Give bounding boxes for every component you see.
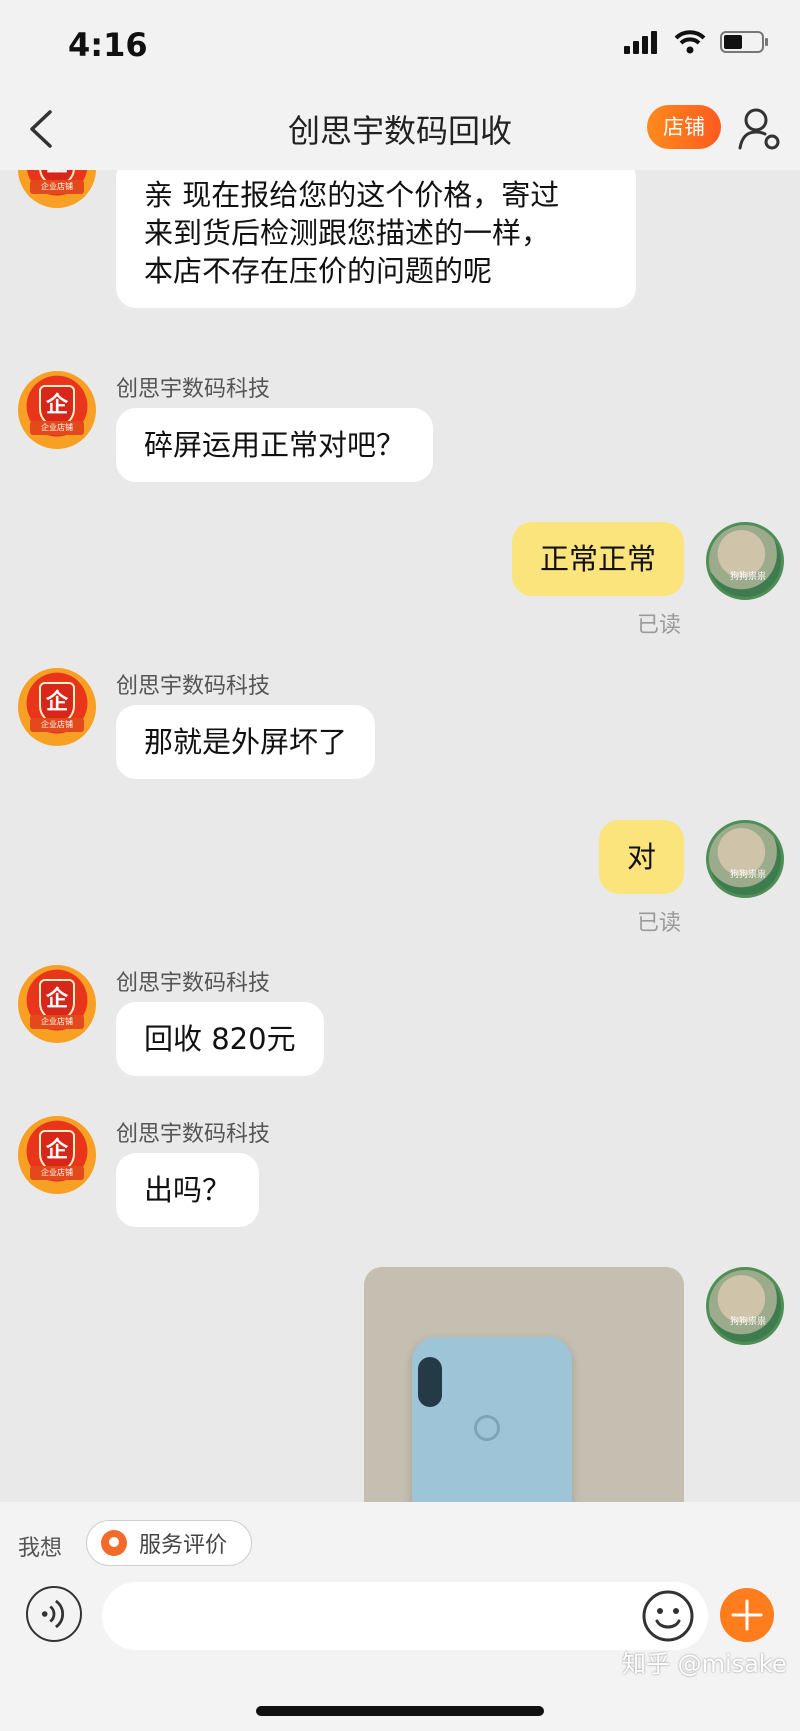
watermark: 知乎 @misake — [622, 1650, 787, 1678]
phone-fingerprint-sensor — [474, 1415, 500, 1441]
shop-ribbon: 企业店铺 — [30, 1166, 84, 1180]
shop-avatar[interactable]: 企 企业店铺 — [18, 371, 96, 449]
message-bubble[interactable]: 亲 现在报给您的这个价格，寄过 来到货后检测跟您描述的一样， 本店不存在压价的问… — [116, 170, 636, 308]
input-bar: 我想 服务评价 知乎 @misake — [0, 1502, 800, 1731]
review-label: 服务评价 — [139, 1533, 228, 1558]
read-status: 已读 — [637, 911, 682, 936]
message-input[interactable] — [102, 1582, 708, 1650]
plus-icon[interactable] — [720, 1588, 774, 1642]
sender-name: 创思宇数码科技 — [116, 1122, 271, 1147]
review-icon — [101, 1530, 127, 1556]
sender-name: 创思宇数码科技 — [116, 674, 271, 699]
image-message[interactable] — [364, 1267, 684, 1502]
shop-avatar[interactable]: 企 企业店铺 — [18, 170, 96, 208]
voice-icon[interactable] — [26, 1586, 82, 1642]
shop-avatar[interactable]: 企 企业店铺 — [18, 1116, 96, 1194]
phone-camera — [418, 1357, 442, 1407]
status-time: 4:16 — [68, 26, 148, 64]
message-bubble[interactable]: 回收 820元 — [116, 1002, 324, 1076]
shop-ribbon: 企业店铺 — [30, 421, 84, 435]
status-icons — [624, 30, 770, 54]
shop-ribbon: 企业店铺 — [30, 718, 84, 732]
user-settings-icon[interactable] — [736, 104, 784, 152]
user-avatar[interactable]: 狗狗祟祟 — [706, 820, 784, 898]
sender-name: 创思宇数码科技 — [116, 971, 271, 996]
shop-ribbon: 企业店铺 — [30, 1015, 84, 1029]
want-label: 我想 — [18, 1536, 63, 1561]
read-status: 已读 — [637, 613, 682, 638]
battery-icon — [720, 31, 768, 53]
message-bubble[interactable]: 出吗？ — [116, 1153, 260, 1227]
message-bubble[interactable]: 那就是外屏坏了 — [116, 705, 376, 779]
chat-area[interactable]: 企 企业店铺 亲 现在报给您的这个价格，寄过 来到货后检测跟您描述的一样， 本店… — [0, 170, 800, 1502]
message-bubble[interactable]: 碎屏运用正常对吧？ — [116, 408, 434, 482]
avatar-caption: 狗狗祟祟 — [729, 870, 766, 880]
phone-photo — [412, 1337, 572, 1502]
avatar-caption: 狗狗祟祟 — [729, 1317, 766, 1327]
shop-ribbon: 企业店铺 — [30, 180, 84, 194]
home-indicator — [256, 1706, 544, 1716]
review-button[interactable]: 服务评价 — [86, 1520, 252, 1566]
user-avatar[interactable]: 狗狗祟祟 — [706, 522, 784, 600]
emoji-icon[interactable] — [640, 1588, 696, 1644]
sender-name: 创思宇数码科技 — [116, 377, 271, 402]
message-bubble[interactable]: 对 — [598, 820, 684, 894]
avatar-caption: 狗狗祟祟 — [729, 572, 766, 582]
status-bar: 4:16 — [0, 0, 800, 88]
store-button[interactable]: 店铺 — [647, 105, 721, 149]
shop-avatar[interactable]: 企 企业店铺 — [18, 668, 96, 746]
signal-icon — [624, 31, 657, 54]
user-avatar[interactable]: 狗狗祟祟 — [706, 1267, 784, 1345]
wifi-icon — [674, 30, 706, 54]
shop-avatar[interactable]: 企 企业店铺 — [18, 965, 96, 1043]
nav-bar: 创思宇数码回收 店铺 — [0, 88, 800, 170]
message-bubble[interactable]: 正常正常 — [511, 522, 684, 596]
